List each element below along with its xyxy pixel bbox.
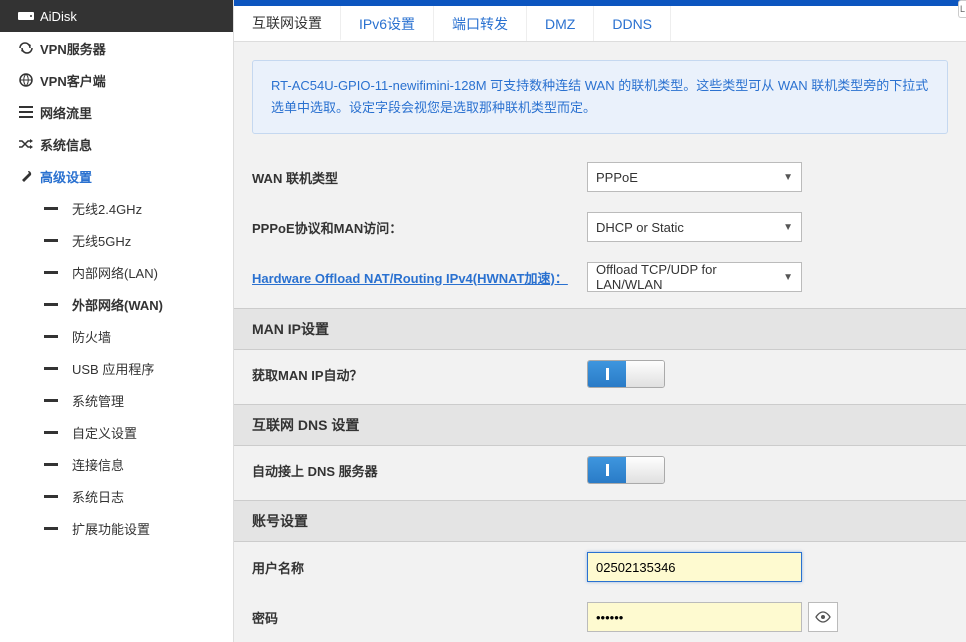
tab-internet[interactable]: 互联网设置 <box>234 6 341 41</box>
label-wan-type: WAN 联机类型 <box>252 168 587 187</box>
select-value: Offload TCP/UDP for LAN/WLAN <box>596 262 783 292</box>
sidebar-label: 网络流里 <box>40 103 92 122</box>
show-password-button[interactable] <box>808 602 838 632</box>
select-hw-offload[interactable]: Offload TCP/UDP for LAN/WLAN ▼ <box>587 262 802 292</box>
sidebar-sub-wan[interactable]: 外部网络(WAN) <box>0 288 233 320</box>
sidebar-sub-wifi24[interactable]: 无线2.4GHz <box>0 192 233 224</box>
section-dns: 互联网 DNS 设置 <box>234 404 966 446</box>
sidebar-label: 外部网络(WAN) <box>72 295 163 314</box>
row-wan-type: WAN 联机类型 PPPoE ▼ <box>234 152 966 202</box>
toggle-off-side <box>626 457 664 483</box>
section-account: 账号设置 <box>234 500 966 542</box>
minus-icon <box>44 527 58 530</box>
row-man-ip-auto: 莸取MAN IP自动？ <box>234 350 966 398</box>
minus-icon <box>44 463 58 466</box>
chevron-down-icon: ▼ <box>783 172 793 183</box>
label-dns-auto: 自动接上 DNS 服务器 <box>252 461 587 480</box>
chevron-down-icon: ▼ <box>783 272 793 283</box>
sidebar-item-vpn-server[interactable]: VPN服务器 <box>0 32 233 64</box>
sidebar-item-advanced[interactable]: 高级设置 <box>0 160 233 192</box>
list-icon <box>12 106 40 118</box>
minus-icon <box>44 239 58 242</box>
select-value: PPPoE <box>596 170 638 185</box>
sidebar-sub-syslog[interactable]: 系统日志 <box>0 480 233 512</box>
minus-icon <box>44 303 58 306</box>
sidebar-label: USB 应用程序 <box>72 359 154 378</box>
sidebar-sub-firewall[interactable]: 防火墙 <box>0 320 233 352</box>
sidebar-sub-conninfo[interactable]: 连接信息 <box>0 448 233 480</box>
toggle-man-ip[interactable] <box>587 360 665 388</box>
tab-port-forward[interactable]: 端口转发 <box>434 6 527 41</box>
label-password: 密码 <box>252 608 587 627</box>
minus-icon <box>44 431 58 434</box>
hw-offload-link[interactable]: Hardware Offload NAT/Routing IPv4(HWNAT加… <box>252 271 568 286</box>
sidebar-label: 无线5GHz <box>72 231 131 250</box>
tabs: 互联网设置 IPv6设置 端口转发 DMZ DDNS <box>234 6 966 42</box>
row-hw-offload: Hardware Offload NAT/Routing IPv4(HWNAT加… <box>234 252 966 302</box>
sidebar-item-aidisk[interactable]: AiDisk <box>0 0 233 32</box>
sidebar-label: 连接信息 <box>72 455 124 474</box>
minus-icon <box>44 367 58 370</box>
info-box: RT-AC54U-GPIO-11-newifimini-128M 可支持数种连结… <box>252 60 948 134</box>
toggle-off-side <box>626 361 664 387</box>
row-password: 密码 <box>234 592 966 642</box>
sidebar-item-vpn-client[interactable]: VPN客户端 <box>0 64 233 96</box>
row-dns-auto: 自动接上 DNS 服务器 <box>234 446 966 494</box>
input-username[interactable] <box>587 552 802 582</box>
sidebar-label: 无线2.4GHz <box>72 199 142 218</box>
toggle-on-side <box>588 457 626 483</box>
toggle-dns-auto[interactable] <box>587 456 665 484</box>
sidebar-label: 内部网络(LAN) <box>72 263 158 282</box>
tab-ddns[interactable]: DDNS <box>594 6 671 41</box>
minus-icon <box>44 399 58 402</box>
shuffle-icon <box>12 138 40 150</box>
sidebar-label: 高级设置 <box>40 167 92 186</box>
label-man-ip-auto: 莸取MAN IP自动？ <box>252 365 587 384</box>
sidebar-label: 系统信息 <box>40 135 92 154</box>
globe-icon <box>12 73 40 87</box>
wrench-icon <box>12 169 40 183</box>
minus-icon <box>44 335 58 338</box>
section-man-ip: MAN IP设置 <box>234 308 966 350</box>
row-pppoe-man: PPPoE协议和MAN访问： DHCP or Static ▼ <box>234 202 966 252</box>
eye-icon <box>815 611 831 623</box>
sidebar-sub-sysmgmt[interactable]: 系统管理 <box>0 384 233 416</box>
select-value: DHCP or Static <box>596 220 684 235</box>
toggle-on-side <box>588 361 626 387</box>
main-panel: L 互联网设置 IPv6设置 端口转发 DMZ DDNS RT-AC54U-GP… <box>234 0 966 642</box>
chevron-down-icon: ▼ <box>783 222 793 233</box>
label-pppoe-man: PPPoE协议和MAN访问： <box>252 218 587 237</box>
sidebar-label: 系统管理 <box>72 391 124 410</box>
right-tab[interactable]: L <box>958 0 966 18</box>
sidebar-sub-wifi5[interactable]: 无线5GHz <box>0 224 233 256</box>
sidebar-sub-extfunc[interactable]: 扩展功能设置 <box>0 512 233 544</box>
sidebar-item-netflow[interactable]: 网络流里 <box>0 96 233 128</box>
sidebar-sub-lan[interactable]: 内部网络(LAN) <box>0 256 233 288</box>
sidebar-item-sysinfo[interactable]: 系统信息 <box>0 128 233 160</box>
sidebar-label: 系统日志 <box>72 487 124 506</box>
sidebar-label: 自定义设置 <box>72 423 137 442</box>
sidebar: AiDisk VPN服务器 VPN客户端 网络流里 系统信息 <box>0 0 234 642</box>
minus-icon <box>44 495 58 498</box>
label-username: 用户名称 <box>252 558 587 577</box>
sidebar-label: 防火墙 <box>72 327 111 346</box>
sidebar-sub-custom[interactable]: 自定义设置 <box>0 416 233 448</box>
sidebar-label: VPN服务器 <box>40 39 106 58</box>
select-wan-type[interactable]: PPPoE ▼ <box>587 162 802 192</box>
minus-icon <box>44 207 58 210</box>
label-hw-offload: Hardware Offload NAT/Routing IPv4(HWNAT加… <box>252 268 587 287</box>
sidebar-label: 扩展功能设置 <box>72 519 150 538</box>
loop-icon <box>12 41 40 55</box>
hdd-icon <box>12 10 40 22</box>
sidebar-label: AiDisk <box>40 9 77 24</box>
sidebar-label: VPN客户端 <box>40 71 106 90</box>
tab-ipv6[interactable]: IPv6设置 <box>341 6 434 41</box>
select-pppoe-man[interactable]: DHCP or Static ▼ <box>587 212 802 242</box>
tab-dmz[interactable]: DMZ <box>527 6 594 41</box>
sidebar-sub-usbapp[interactable]: USB 应用程序 <box>0 352 233 384</box>
input-password[interactable] <box>587 602 802 632</box>
minus-icon <box>44 271 58 274</box>
row-username: 用户名称 <box>234 542 966 592</box>
